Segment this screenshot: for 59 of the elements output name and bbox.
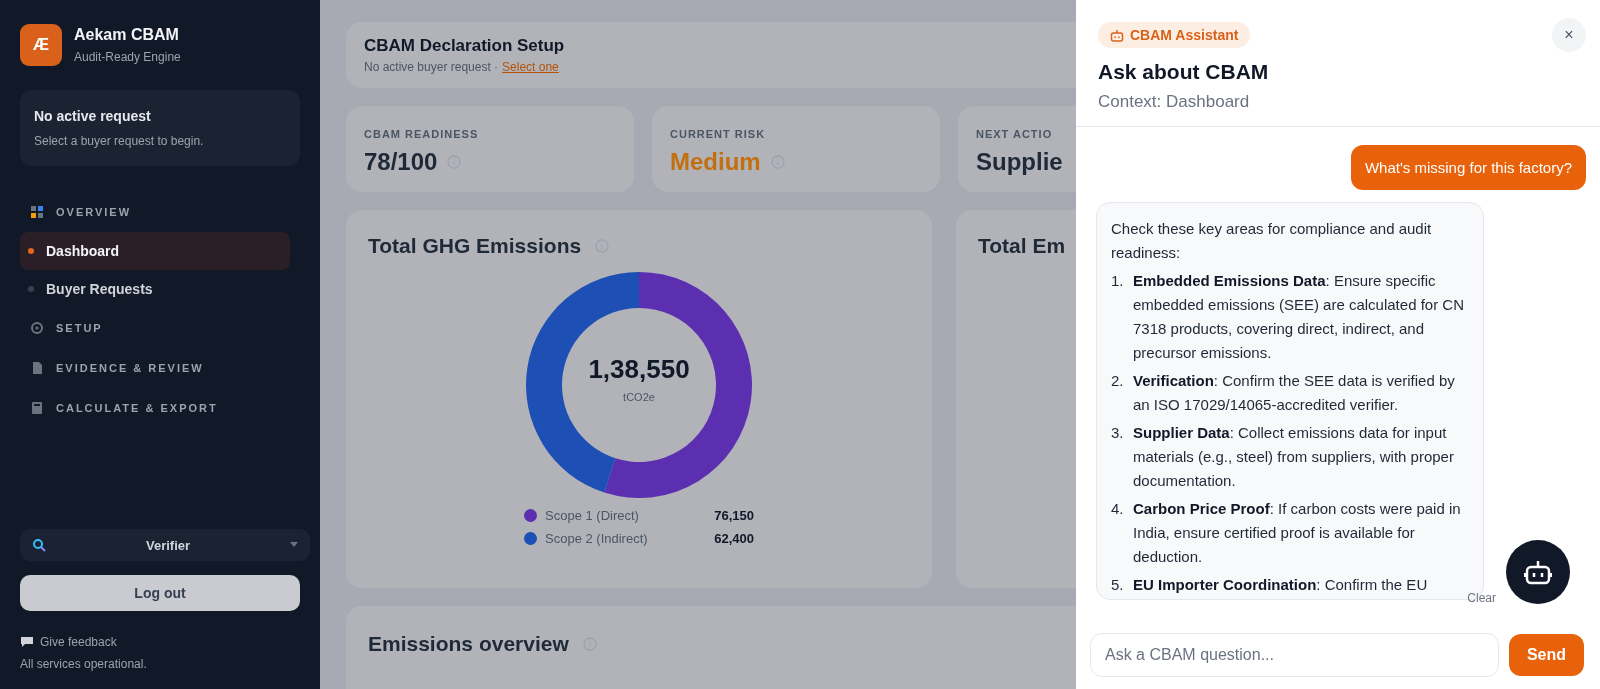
reply-intro: Check these key areas for compliance and audit readiness: (1111, 219, 1433, 263)
kpi-label: CURRENT RISK (670, 128, 767, 140)
card-title: Total GHG Emissions (368, 234, 582, 258)
list-number: 3. (1111, 423, 1125, 443)
robot-icon (1110, 28, 1124, 42)
request-title: No active request (34, 108, 152, 124)
robot-icon (1524, 559, 1552, 585)
search-icon (32, 538, 46, 552)
caret-icon (290, 542, 298, 548)
role-select[interactable]: Verifier (20, 529, 310, 561)
page-title: CBAM Declaration Setup (364, 36, 566, 56)
nav-section[interactable]: SETUP (20, 308, 300, 348)
kpi-label: CBAM READINESS (364, 128, 480, 140)
legend-value: 76,150 (714, 508, 754, 523)
card-title: Emissions overview (368, 632, 569, 656)
logout-button[interactable]: Log out (20, 575, 300, 611)
feedback-link[interactable]: Give feedback (40, 635, 117, 649)
nav-item[interactable]: Dashboard (20, 232, 290, 270)
kpi-label: NEXT ACTIO (976, 128, 1054, 140)
total-value: 1,38,550 (588, 354, 690, 385)
list-item-text: Embedded Emissions Data: Ensure specific embedded emissions (SEE) are calculated for CN 7318 products, covering direct, indirect, and precursor emissions. (1133, 271, 1465, 363)
unit-label: tCO2e (623, 391, 655, 403)
grid-icon (30, 205, 44, 219)
close-button[interactable]: × (1552, 18, 1586, 52)
page-subtitle: No active buyer request · (364, 60, 499, 74)
nav-section[interactable]: CALCULATE & EXPORT (20, 388, 300, 428)
nav-section[interactable]: OVERVIEW (20, 192, 300, 232)
assistant-badge: CBAM Assistant (1098, 22, 1251, 48)
calculator-icon (30, 401, 44, 415)
list-item-text: EU Importer Coordination: Confirm the EU (1133, 575, 1429, 595)
user-message: What's missing for this factory? (1350, 145, 1586, 190)
kpi-value: 78/100 (364, 148, 438, 176)
nav-section[interactable]: EVIDENCE & REVIEW (20, 348, 300, 388)
legend-value: 62,400 (714, 531, 754, 546)
gear-icon (30, 321, 44, 335)
request-hint: Select a buyer request to begin. (34, 134, 205, 148)
clear-link[interactable]: Clear (1467, 591, 1496, 605)
app-logo: Æ (20, 24, 62, 66)
list-number: 1. (1111, 271, 1125, 291)
list-number: 2. (1111, 371, 1125, 391)
question-field[interactable]: Ask a CBAM question... (1090, 633, 1499, 677)
list-item-text: Carbon Price Proof: If carbon costs were paid in India, ensure certified proof is available for deduction. (1133, 499, 1462, 567)
list-item-text: Supplier Data: Collect emissions data for input materials (e.g., steel) from suppliers, with proper documentation. (1133, 423, 1455, 491)
legend-label: Scope 1 (Direct) (545, 508, 639, 523)
context-label: Context: Dashboard (1098, 92, 1251, 112)
list-item-text: Verification: Confirm the SEE data is verified by an ISO 17029/14065-accredited verifier. (1133, 371, 1456, 415)
kpi-value: Supplie (976, 148, 1063, 176)
panel-title: Ask about CBAM (1098, 60, 1270, 84)
list-number: 5. (1111, 575, 1125, 595)
legend-label: Scope 2 (Indirect) (545, 531, 648, 546)
brand-tagline: Audit-Ready Engine (74, 50, 181, 64)
chat-icon (20, 636, 34, 648)
kpi-value: Medium (670, 148, 761, 176)
list-number: 4. (1111, 499, 1125, 519)
brand-name: Aekam CBAM (74, 26, 180, 44)
nav-item[interactable]: Buyer Requests (20, 270, 290, 308)
document-icon (30, 361, 44, 375)
status-text: All services operational. (20, 657, 148, 671)
card-title: Total Em (978, 234, 1066, 258)
